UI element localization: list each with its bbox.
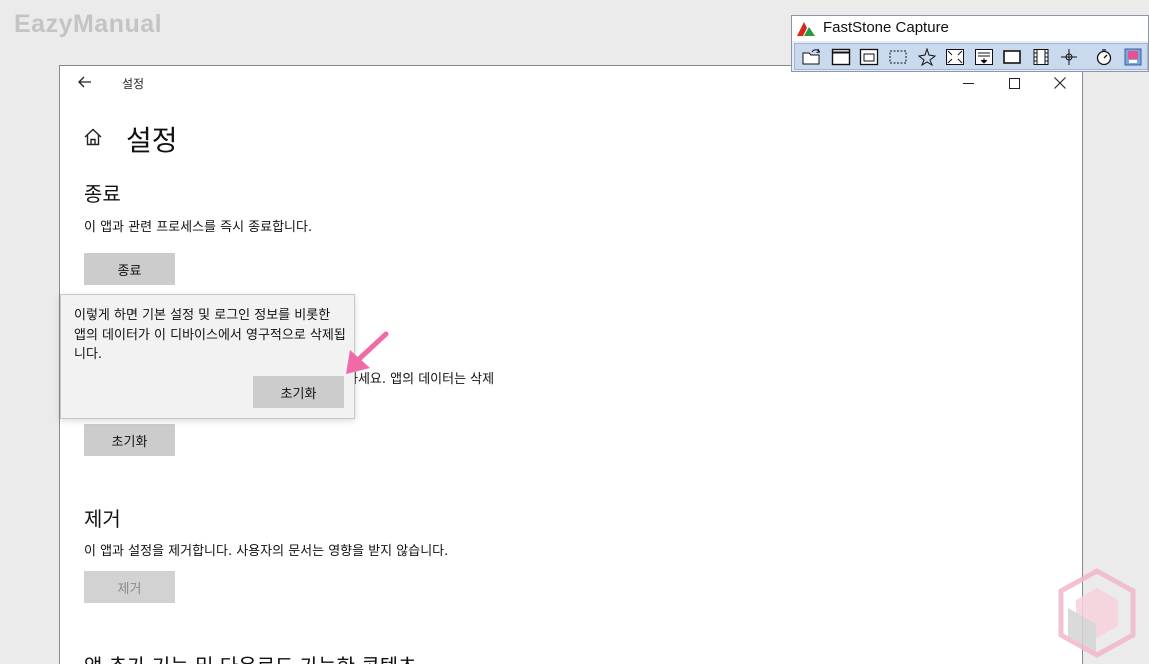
page-title: 설정 <box>126 124 178 157</box>
capture-freehand-icon[interactable] <box>912 45 941 69</box>
close-button[interactable] <box>1037 69 1082 97</box>
faststone-tools <box>794 43 1148 70</box>
section-title-terminate: 종료 <box>84 182 121 206</box>
crosshair-icon[interactable] <box>1055 45 1084 69</box>
section-title-addons: 앱 추가 기능 및 다운로드 가능한 콘텐츠 <box>84 650 417 664</box>
timer-icon[interactable] <box>1090 45 1119 69</box>
section-desc-uninstall: 이 앱과 설정을 제거합니다. 사용자의 문서는 영향을 받지 않습니다. <box>84 544 449 559</box>
capture-rectangle-icon[interactable] <box>884 45 913 69</box>
faststone-logo-icon <box>797 22 815 36</box>
home-icon[interactable] <box>83 127 103 147</box>
faststone-capture-toolbar: FastStone Capture <box>791 15 1149 72</box>
faststone-title: FastStone Capture <box>823 19 949 36</box>
minimize-button[interactable] <box>945 69 991 97</box>
watermark-text: EazyManual <box>14 10 163 38</box>
capture-fullscreen-icon[interactable] <box>941 45 970 69</box>
window-title: 설정 <box>122 77 145 91</box>
output-icon[interactable] <box>1118 45 1147 69</box>
reset-confirm-flyout: 이렇게 하면 기본 설정 및 로그인 정보를 비롯한 앱의 데이터가 이 디바이… <box>60 294 355 419</box>
section-title-uninstall: 제거 <box>84 507 121 531</box>
screen-recorder-icon[interactable] <box>1027 45 1056 69</box>
maximize-icon <box>1008 77 1020 89</box>
maximize-button[interactable] <box>991 69 1037 97</box>
terminate-button[interactable]: 종료 <box>84 253 175 285</box>
capture-scrolling-icon[interactable] <box>969 45 998 69</box>
capture-fixed-region-icon[interactable] <box>998 45 1027 69</box>
confirm-reset-button[interactable]: 초기화 <box>253 376 344 408</box>
capture-window-icon[interactable] <box>827 45 856 69</box>
uninstall-button[interactable]: 제거 <box>84 571 175 603</box>
section-desc-terminate: 이 앱과 관련 프로세스를 즉시 종료합니다. <box>84 220 313 235</box>
reset-button[interactable]: 초기화 <box>84 424 175 456</box>
capture-object-icon[interactable] <box>855 45 884 69</box>
faststone-title-bar[interactable]: FastStone Capture <box>792 16 1148 41</box>
pointer-arrow-icon <box>346 331 389 374</box>
minimize-icon <box>962 82 974 84</box>
close-icon <box>1054 77 1066 89</box>
back-arrow-icon <box>78 76 91 88</box>
open-icon[interactable] <box>798 45 827 69</box>
flyout-message: 이렇게 하면 기본 설정 및 로그인 정보를 비롯한 앱의 데이터가 이 디바이… <box>74 308 346 362</box>
watermark-logo-icon <box>1058 568 1136 658</box>
back-button[interactable] <box>74 71 96 93</box>
